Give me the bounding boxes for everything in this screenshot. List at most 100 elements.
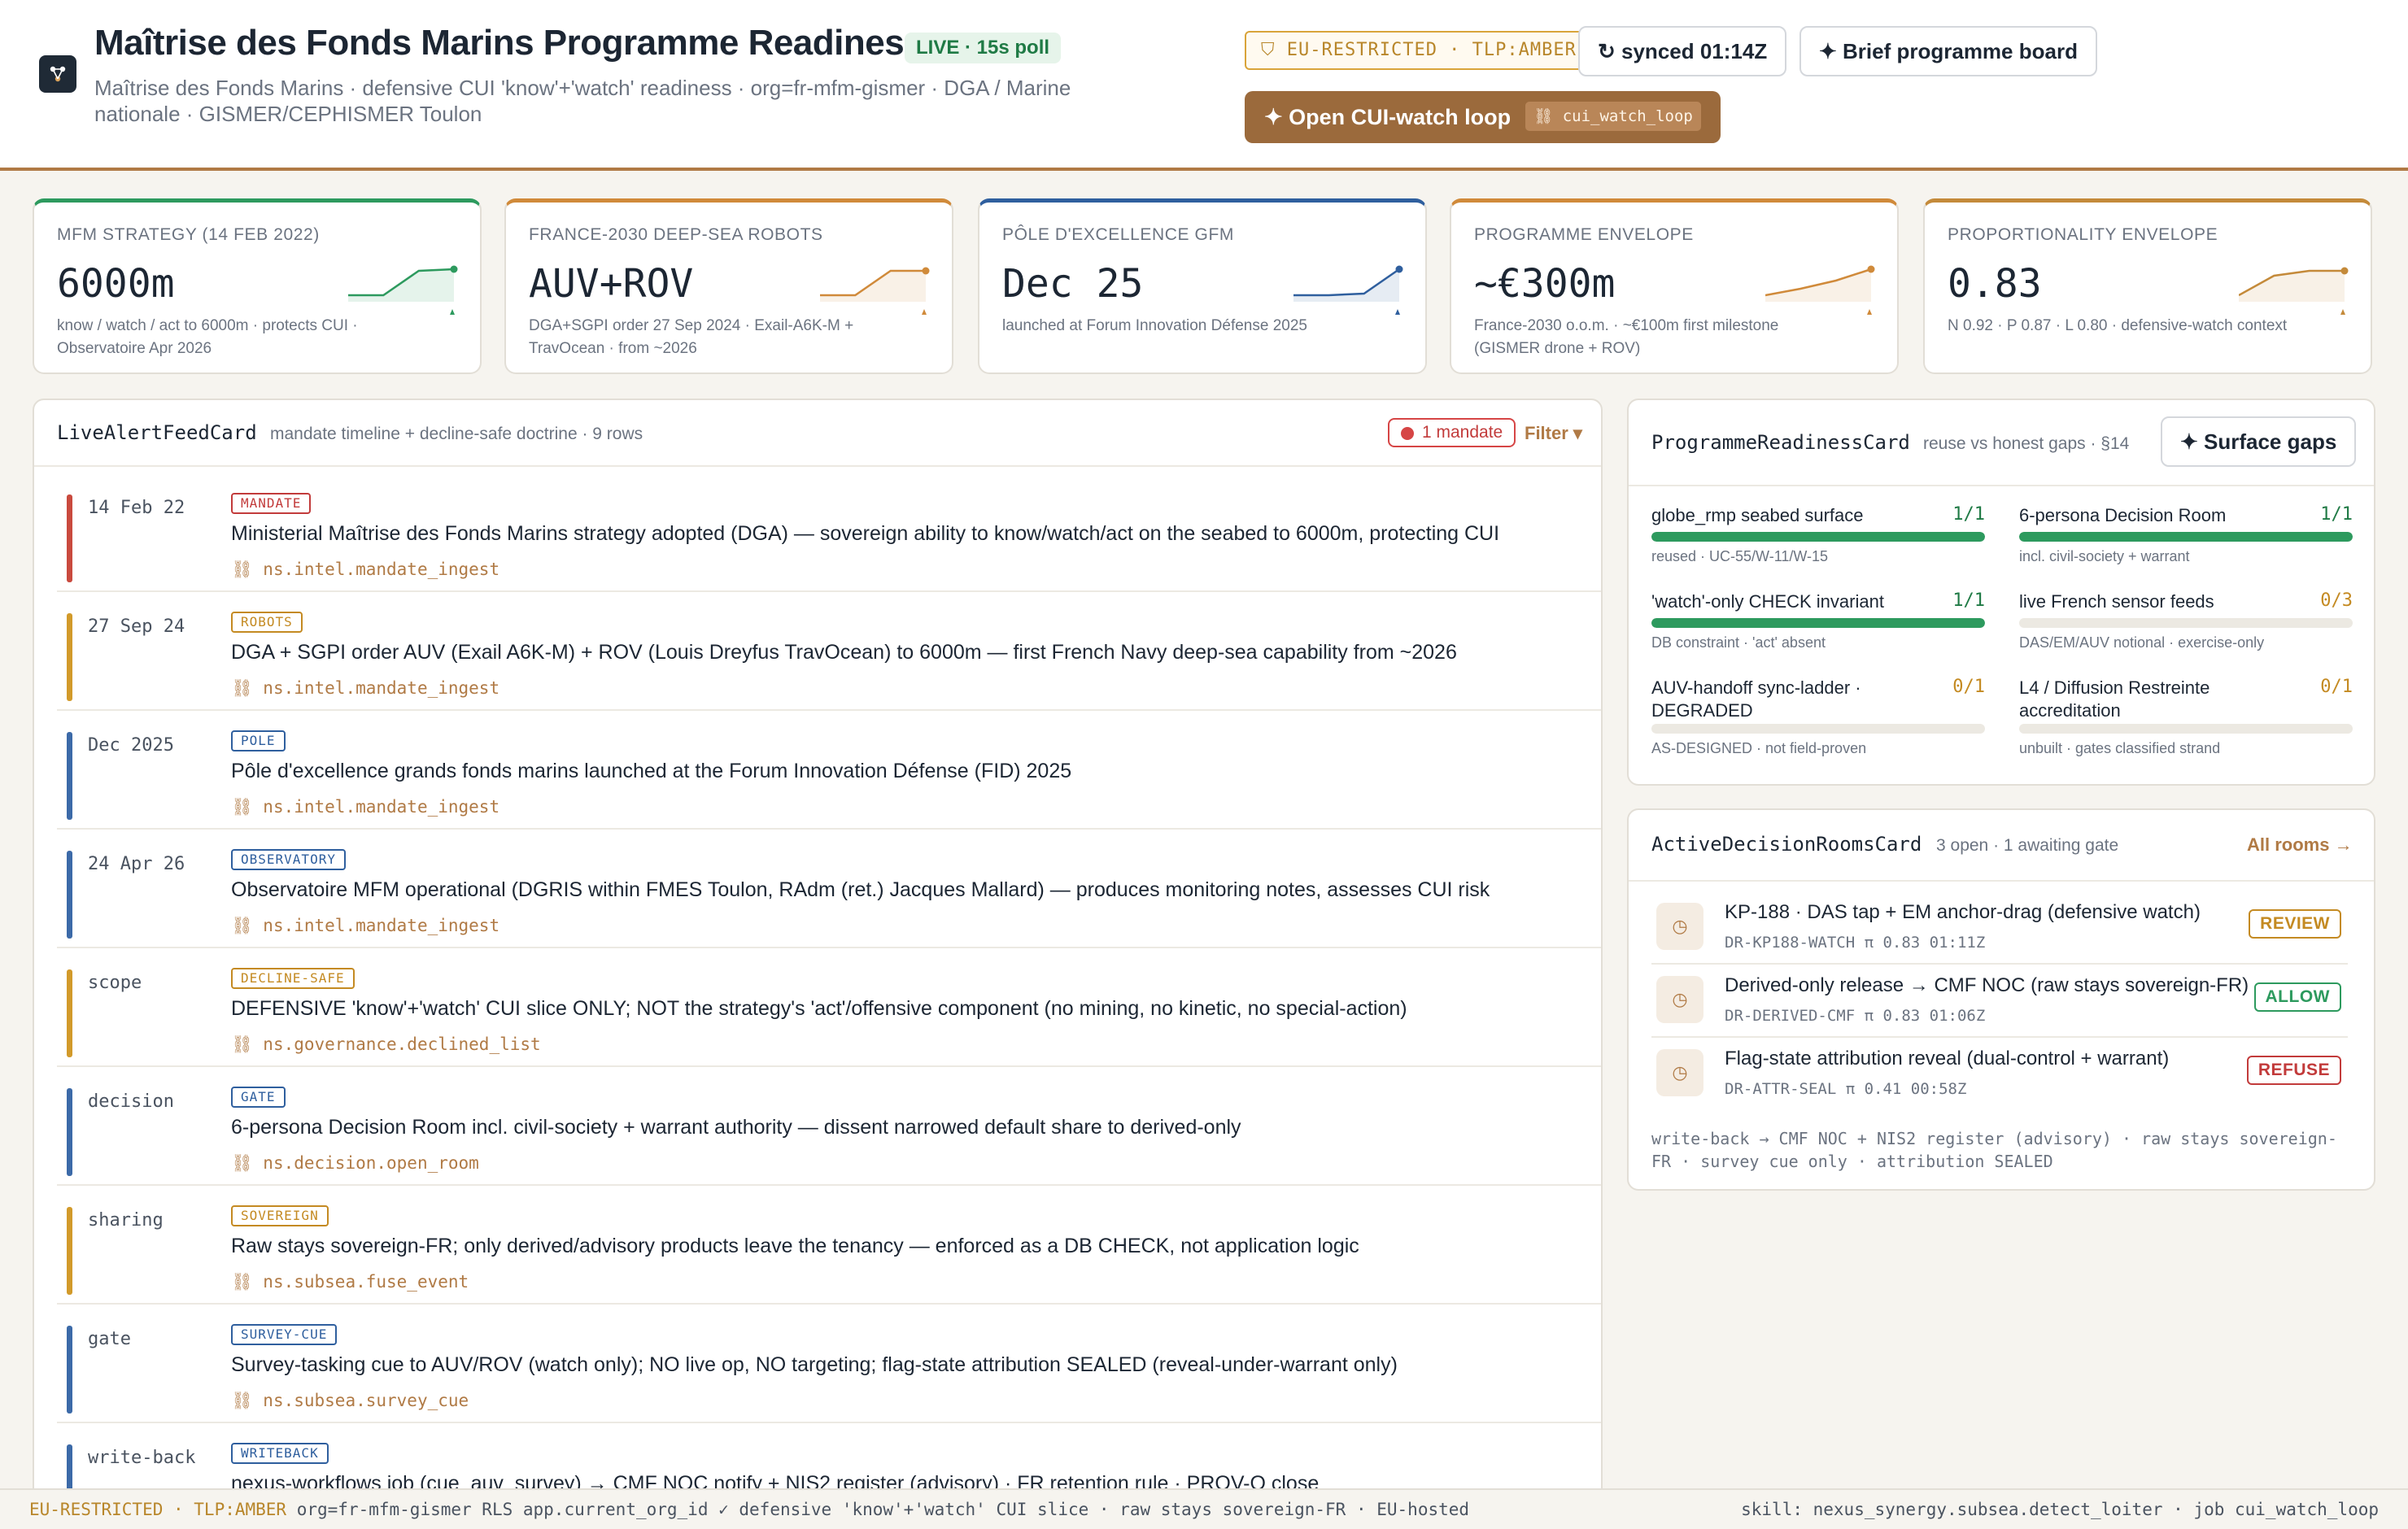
open-cui-watch-loop-button[interactable]: ✦ Open CUI-watch loop ⛓ cui_watch_loop bbox=[1245, 91, 1721, 143]
row-timestamp: decision bbox=[88, 1091, 174, 1112]
kpi-value: 6000m bbox=[57, 261, 175, 307]
kpi-value: ~€300m bbox=[1474, 261, 1616, 307]
kpi-sparkline bbox=[348, 265, 458, 315]
sparkline-area bbox=[820, 271, 926, 302]
row-namespace[interactable]: ⛓ ns.intel.mandate_ingest bbox=[231, 560, 499, 580]
row-namespace[interactable]: ⛓ ns.governance.declined_list bbox=[231, 1035, 541, 1055]
kpi-sub: N 0.92 · P 0.87 · L 0.80 · defensive-wat… bbox=[1948, 317, 2288, 334]
row-badge: SURVEY-CUE bbox=[231, 1324, 338, 1345]
feed-row[interactable]: 24 Apr 26 OBSERVATORY Observatoire MFM ope… bbox=[57, 831, 1601, 948]
kpi-sub: know / watch / act to 6000m · protects C… bbox=[57, 317, 358, 357]
feed-row[interactable]: gate SURVEY-CUE Survey-tasking cue to AUV/… bbox=[57, 1306, 1601, 1423]
row-namespace[interactable]: ⛓ ns.intel.mandate_ingest bbox=[231, 797, 499, 817]
sparkline-end-point bbox=[922, 267, 930, 275]
live-alert-feed-card: LiveAlertFeedCard mandate timeline + dec… bbox=[33, 399, 1603, 1521]
row-timestamp: gate bbox=[88, 1329, 131, 1349]
decision-room-row[interactable]: ◷ KP-188 · DAS tap + EM anchor-drag (defe… bbox=[1651, 891, 2348, 965]
all-rooms-link[interactable]: All rooms → bbox=[2247, 834, 2353, 856]
shield-icon: ⛉ bbox=[1261, 40, 1287, 60]
feed-row[interactable]: 14 Feb 22 MANDATE Ministerial Maîtrise des… bbox=[57, 475, 1601, 592]
kpi-card[interactable]: PROPORTIONALITY ENVELOPE 0.83 N 0.92 · P 0… bbox=[1923, 198, 2372, 374]
synced-label: synced 01:14Z bbox=[1621, 39, 1768, 63]
readiness-progress-track bbox=[2019, 724, 2353, 734]
surface-gaps-button[interactable]: ✦ Surface gaps bbox=[2161, 416, 2357, 467]
kpi-card[interactable]: FRANCE-2030 DEEP-SEA ROBOTS AUV+ROV DGA+SG… bbox=[504, 198, 953, 374]
app-logo-icon[interactable] bbox=[39, 55, 76, 93]
kpi-sparkline bbox=[2239, 267, 2349, 315]
footer-right: skill: nexus_synergy.subsea.detect_loite… bbox=[1741, 1500, 2379, 1519]
kpi-card[interactable]: PROGRAMME ENVELOPE ~€300m France-2030 o.o.… bbox=[1450, 198, 1899, 374]
kpi-sub: France-2030 o.o.m. · ~€100m first milest… bbox=[1474, 317, 1779, 357]
page-header: Maîtrise des Fonds Marins Programme Read… bbox=[0, 0, 2408, 171]
row-badge: OBSERVATORY bbox=[231, 849, 346, 870]
row-text: Raw stays sovereign-FR; only derived/adv… bbox=[231, 1235, 1359, 1257]
row-badge: DECLINE-SAFE bbox=[231, 968, 355, 989]
trend-marker-icon bbox=[2340, 309, 2345, 315]
room-verdict-badge[interactable]: REVIEW bbox=[2249, 909, 2341, 939]
feed-row[interactable]: sharing SOVEREIGN Raw stays sovereign-FR; … bbox=[57, 1187, 1601, 1305]
decision-room-row[interactable]: ◷ Derived-only release → CMF NOC (raw sta… bbox=[1651, 965, 2348, 1038]
room-title: Flag-state attribution reveal (dual-cont… bbox=[1725, 1048, 2170, 1069]
row-timestamp: 24 Apr 26 bbox=[88, 854, 185, 874]
room-id: DR-DERIVED-CMF π 0.83 01:06Z bbox=[1725, 1007, 1986, 1025]
refresh-icon: ↻ bbox=[1598, 39, 1622, 63]
clock-icon: ◷ bbox=[1656, 903, 1703, 950]
kpi-label: PROPORTIONALITY ENVELOPE bbox=[1948, 225, 2218, 244]
mandate-count-pill[interactable]: 1 mandate bbox=[1388, 418, 1516, 447]
readiness-item-count: 1/1 bbox=[2320, 504, 2353, 525]
network-graph-icon bbox=[50, 66, 66, 82]
sparkline-end-point bbox=[1395, 265, 1403, 273]
kpi-label: PÔLE D'EXCELLENCE GFM bbox=[1002, 225, 1235, 244]
row-namespace[interactable]: ⛓ ns.decision.open_room bbox=[231, 1153, 479, 1174]
row-badge: POLE bbox=[231, 730, 286, 751]
chain-link-icon: ⛓ bbox=[1533, 107, 1563, 125]
programme-readiness-card: ProgrammeReadinessCard reuse vs honest g… bbox=[1627, 399, 2375, 786]
clock-icon: ◷ bbox=[1656, 1049, 1703, 1096]
row-timestamp: 27 Sep 24 bbox=[88, 616, 185, 637]
readiness-item-name: AUV-handoff sync-ladder · DEGRADED bbox=[1651, 677, 1861, 721]
kpi-sub: DGA+SGPI order 27 Sep 2024 · Exail-A6K-M… bbox=[529, 317, 854, 357]
sparkline-end-point bbox=[2340, 267, 2349, 275]
readiness-progress-track bbox=[2019, 618, 2353, 628]
feed-row[interactable]: 27 Sep 24 ROBOTS DGA + SGPI order AUV (Exa… bbox=[57, 594, 1601, 711]
feed-filter-button[interactable]: Filter ▾ bbox=[1525, 423, 1582, 444]
sparkline-area bbox=[348, 269, 454, 302]
row-namespace[interactable]: ⛓ ns.subsea.fuse_event bbox=[231, 1272, 469, 1292]
readiness-item-note: AS-DESIGNED · not field-proven bbox=[1651, 740, 1867, 756]
synced-button[interactable]: ↻ synced 01:14Z bbox=[1578, 26, 1787, 76]
rooms-card-meta: 3 open · 1 awaiting gate bbox=[1936, 836, 2119, 855]
status-footer: EU-RESTRICTED · TLP:AMBER org=fr-mfm-gis… bbox=[0, 1488, 2408, 1529]
alert-dot-icon bbox=[1401, 427, 1414, 440]
readiness-progress-track bbox=[1651, 532, 1985, 542]
feed-card-meta: mandate timeline + decline-safe doctrine… bbox=[270, 425, 643, 443]
row-namespace[interactable]: ⛓ ns.intel.mandate_ingest bbox=[231, 678, 499, 699]
sparkline-end-point bbox=[1867, 265, 1875, 273]
room-verdict-badge[interactable]: ALLOW bbox=[2253, 982, 2341, 1012]
kpi-card[interactable]: PÔLE D'EXCELLENCE GFM Dec 25 launched at F… bbox=[978, 198, 1427, 374]
cta-job-tag: ⛓ cui_watch_loop bbox=[1525, 101, 1701, 131]
trend-marker-icon bbox=[1395, 309, 1400, 315]
feed-row[interactable]: Dec 2025 POLE Pôle d'excellence grands fon… bbox=[57, 712, 1601, 830]
divider bbox=[1629, 880, 2374, 882]
clock-icon: ◷ bbox=[1656, 976, 1703, 1023]
readiness-card-title: ProgrammeReadinessCard bbox=[1651, 431, 1910, 454]
room-verdict-badge[interactable]: REFUSE bbox=[2246, 1056, 2341, 1085]
row-namespace[interactable]: ⛓ ns.intel.mandate_ingest bbox=[231, 916, 499, 936]
readiness-item-name: 6-persona Decision Room bbox=[2019, 505, 2227, 525]
feed-row[interactable]: scope DECLINE-SAFE DEFENSIVE 'know'+'watch… bbox=[57, 950, 1601, 1067]
readiness-item-name: 'watch'-only CHECK invariant bbox=[1651, 591, 1884, 612]
rooms-card-title: ActiveDecisionRoomsCard bbox=[1651, 833, 1922, 856]
kpi-card[interactable]: MFM STRATEGY (14 FEB 2022) 6000m know / wa… bbox=[33, 198, 482, 374]
row-namespace[interactable]: ⛓ ns.subsea.survey_cue bbox=[231, 1391, 469, 1411]
sparkle-icon: ✦ bbox=[1264, 105, 1289, 129]
row-timestamp: write-back bbox=[88, 1448, 196, 1468]
feed-row[interactable]: decision GATE 6-persona Decision Room incl… bbox=[57, 1069, 1601, 1186]
row-timestamp: scope bbox=[88, 973, 142, 993]
decision-room-row[interactable]: ◷ Flag-state attribution reveal (dual-con… bbox=[1651, 1038, 2348, 1111]
row-timestamp: Dec 2025 bbox=[88, 735, 174, 756]
brief-programme-board-button[interactable]: ✦ Brief programme board bbox=[1799, 26, 2097, 76]
readiness-item-count: 1/1 bbox=[1952, 590, 1985, 611]
readiness-item-note: DB constraint · 'act' absent bbox=[1651, 634, 1826, 651]
footer-tlp: EU-RESTRICTED · TLP:AMBER bbox=[29, 1500, 287, 1519]
readiness-card-meta: reuse vs honest gaps · §14 bbox=[1923, 434, 2130, 453]
